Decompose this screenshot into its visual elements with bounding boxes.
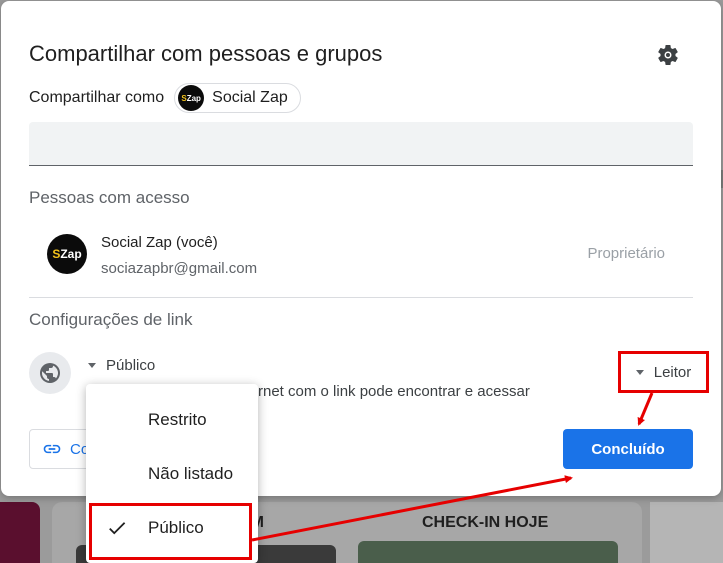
avatar-letters-zap: Zap xyxy=(60,247,82,261)
menu-item-label: Não listado xyxy=(148,464,234,483)
person-role: Proprietário xyxy=(587,245,665,262)
globe-badge xyxy=(29,352,71,394)
avatar-letter-s: S xyxy=(52,247,61,261)
background-card-left xyxy=(0,502,40,563)
add-people-input[interactable] xyxy=(29,122,693,166)
background-block-green xyxy=(358,541,618,563)
background-card-heading-right: CHECK-IN HOJE xyxy=(422,514,549,531)
settings-button[interactable] xyxy=(655,42,681,68)
general-access-value: Público xyxy=(106,356,156,374)
link-role-dropdown[interactable]: Leitor xyxy=(618,351,709,393)
avatar-letters-zap: Zap xyxy=(186,93,201,103)
person-name: Social Zap (você) xyxy=(101,234,218,251)
account-chip-name: Social Zap xyxy=(212,89,288,106)
account-avatar: S Zap xyxy=(178,85,205,111)
person-avatar: S Zap xyxy=(47,234,87,274)
person-email: sociazapbr@gmail.com xyxy=(101,260,258,277)
annotation-highlight-public xyxy=(89,503,252,560)
menu-item-label: Restrito xyxy=(148,410,207,429)
globe-icon xyxy=(40,363,60,383)
share-as-row: Compartilhar como S Zap Social Zap xyxy=(29,83,301,113)
account-chip[interactable]: S Zap Social Zap xyxy=(174,83,301,113)
dialog-title: Compartilhar com pessoas e grupos xyxy=(29,41,383,66)
caret-down-icon xyxy=(88,362,96,368)
done-button[interactable]: Concluído xyxy=(563,429,693,469)
link-role-value: Leitor xyxy=(653,363,692,381)
person-row: S Zap Social Zap (você) sociazapbr@gmail.… xyxy=(28,228,692,288)
screen: EM CHECK-IN HOJE Compartilhar com pessoa… xyxy=(0,0,723,563)
link-settings-heading: Configurações de link xyxy=(29,310,193,329)
link-icon xyxy=(43,444,61,454)
section-divider xyxy=(29,297,693,298)
general-access-dropdown[interactable]: Público xyxy=(88,354,155,376)
background-card-right xyxy=(650,502,723,563)
general-access-description: rnet com o link pode encontrar e acessar xyxy=(258,383,530,400)
caret-down-icon xyxy=(635,369,644,375)
share-as-label: Compartilhar como xyxy=(29,89,165,106)
gear-icon xyxy=(658,44,678,65)
menu-item-unlisted[interactable]: Não listado xyxy=(86,448,258,500)
menu-item-restricted[interactable]: Restrito xyxy=(86,394,258,446)
people-with-access-heading: Pessoas com acesso xyxy=(29,188,190,207)
